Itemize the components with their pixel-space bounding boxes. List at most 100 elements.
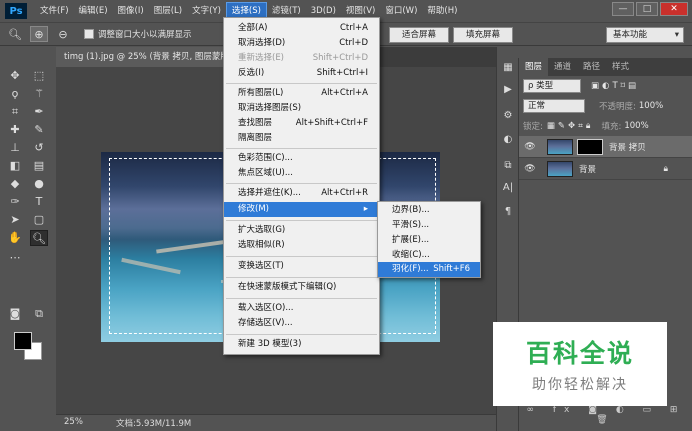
menu-item-grow[interactable]: 扩大选取(G)	[224, 223, 379, 238]
select-menu-dropdown: 全部(A) Ctrl+A 取消选择(D) Ctrl+D 重新选择(E) Shift+C…	[223, 17, 380, 355]
lock-icons[interactable]: ▦✎✥⌗🔒︎	[547, 121, 594, 131]
submenu-item-feather[interactable]: 羽化(F)... Shift+F6	[378, 262, 480, 277]
paragraph-panel-icon[interactable]: ¶	[500, 205, 516, 219]
close-button[interactable]: ✕	[660, 2, 688, 16]
eraser-tool-icon[interactable]: ◧	[6, 158, 24, 174]
document-info[interactable]: 文档:5.93M/11.9M	[116, 417, 191, 429]
menu-item-reselect[interactable]: 重新选择(E) Shift+Ctrl+D	[224, 51, 379, 66]
magic-wand-tool-icon[interactable]: ⚚	[30, 86, 48, 102]
layers-panel-tabs: 图层 通道 路径 样式	[519, 58, 692, 76]
minimize-button[interactable]: —	[612, 2, 634, 16]
foreground-color-swatch[interactable]	[14, 332, 32, 350]
fill-value[interactable]: 100%	[624, 121, 648, 131]
tab-layers[interactable]: 图层	[519, 58, 549, 76]
menu-layer[interactable]: 图层(L)	[149, 2, 187, 20]
lock-label: 锁定:	[523, 122, 543, 132]
layer-mask-thumbnail[interactable]	[577, 138, 603, 155]
tab-paths[interactable]: 路径	[577, 58, 606, 76]
blur-tool-icon[interactable]: ◆	[6, 176, 24, 192]
dodge-tool-icon[interactable]: ●	[30, 176, 48, 192]
zoom-level[interactable]: 25%	[64, 417, 83, 427]
menu-item-new-3d-model[interactable]: 新建 3D 模型(3)	[224, 337, 379, 352]
shape-tool-icon[interactable]: ▢	[30, 212, 48, 228]
menu-help[interactable]: 帮助(H)	[422, 2, 462, 20]
layer-name: 背景 拷贝	[609, 142, 646, 153]
opacity-value[interactable]: 100%	[639, 101, 663, 111]
submenu-item-expand[interactable]: 扩展(E)...	[378, 233, 480, 248]
menu-item-color-range[interactable]: 色彩范围(C)...	[224, 151, 379, 166]
maximize-button[interactable]: □	[636, 2, 658, 16]
zoom-out-icon[interactable]: ⊖	[54, 26, 72, 42]
document-tab[interactable]: timg (1).jpg @ 25% (背景 拷贝, 图层蒙版/...	[56, 47, 248, 67]
layer-thumbnail	[547, 160, 573, 177]
menu-item-all-layers[interactable]: 所有图层(L) Alt+Ctrl+A	[224, 86, 379, 101]
eye-icon[interactable]: 👁︎	[523, 142, 537, 152]
layer-kind-filter[interactable]: ρ 类型	[523, 79, 581, 93]
quick-mask-icon[interactable]: ◙	[6, 306, 24, 322]
menu-item-similar[interactable]: 选取相似(R)	[224, 238, 379, 253]
clone-stamp-tool-icon[interactable]: ⊥	[6, 140, 24, 156]
menu-item-quick-mask[interactable]: 在快速蒙版模式下编辑(Q)	[224, 280, 379, 295]
clone-source-panel-icon[interactable]: ⧉	[500, 159, 516, 173]
character-panel-icon[interactable]: A|	[500, 181, 516, 195]
history-panel-icon[interactable]: ▦	[500, 61, 516, 75]
menu-image[interactable]: 图像(I)	[113, 2, 149, 20]
blend-mode-select[interactable]: 正常	[523, 99, 585, 113]
tab-styles[interactable]: 样式	[606, 58, 635, 76]
submenu-item-smooth[interactable]: 平滑(S)...	[378, 218, 480, 233]
menu-item-select-and-mask[interactable]: 选择并遮住(K)... Alt+Ctrl+R	[224, 186, 379, 201]
properties-panel-icon[interactable]: ⚙	[500, 109, 516, 123]
gradient-tool-icon[interactable]: ▤	[30, 158, 48, 174]
menu-item-focus-area[interactable]: 焦点区域(U)...	[224, 166, 379, 181]
resize-windows-checkbox[interactable]	[84, 29, 94, 39]
menu-item-isolate-layers[interactable]: 隔离图层	[224, 131, 379, 146]
menu-item-deselect[interactable]: 取消选择(D) Ctrl+D	[224, 36, 379, 51]
menu-edit[interactable]: 编辑(E)	[74, 2, 113, 20]
fill-screen-button[interactable]: 填充屏幕	[453, 27, 513, 43]
adjustments-panel-icon[interactable]: ◐	[500, 133, 516, 147]
actions-panel-icon[interactable]: ▶	[500, 83, 516, 97]
menu-item-modify[interactable]: 修改(M) ▸	[224, 202, 379, 217]
submenu-item-contract[interactable]: 收缩(C)...	[378, 248, 480, 263]
layer-row[interactable]: 👁︎ 背景 拷贝	[519, 136, 692, 158]
lasso-tool-icon[interactable]: ϙ	[6, 86, 24, 102]
zoom-tool-icon[interactable]: 🔍︎	[6, 26, 24, 42]
type-tool-icon[interactable]: T	[30, 194, 48, 210]
layers-panel-footer-icons[interactable]: ∞ fx ◙ ◐ ▭ ⊞ 🗑︎	[519, 405, 692, 425]
resize-windows-label: 调整窗口大小以满屏显示	[98, 30, 192, 40]
fit-screen-button[interactable]: 适合屏幕	[389, 27, 449, 43]
menu-item-deselect-layers[interactable]: 取消选择图层(S)	[224, 101, 379, 116]
path-selection-tool-icon[interactable]: ➤	[6, 212, 24, 228]
brush-tool-icon[interactable]: ✎	[30, 122, 48, 138]
tab-channels[interactable]: 通道	[548, 58, 577, 76]
photoshop-logo: Ps	[5, 3, 27, 19]
screen-mode-icon[interactable]: ⧉	[30, 306, 48, 322]
eyedropper-tool-icon[interactable]: ✒	[30, 104, 48, 120]
workspace-select[interactable]: 基本功能	[606, 27, 684, 43]
move-tool-icon[interactable]: ✥	[6, 68, 24, 84]
crop-tool-icon[interactable]: ⌗	[6, 104, 24, 120]
menu-file[interactable]: 文件(F)	[35, 2, 74, 20]
menu-window[interactable]: 窗口(W)	[380, 2, 422, 20]
menu-item-find-layers[interactable]: 查找图层 Alt+Shift+Ctrl+F	[224, 116, 379, 131]
more-tools-icon[interactable]: ⋯	[6, 250, 24, 266]
layer-row[interactable]: 👁︎ 背景 🔒︎	[519, 158, 692, 180]
healing-brush-tool-icon[interactable]: ✚	[6, 122, 24, 138]
hand-tool-icon[interactable]: ✋	[6, 230, 24, 246]
marquee-tool-icon[interactable]: ⬚	[30, 68, 48, 84]
zoom-in-icon[interactable]: ⊕	[30, 26, 48, 42]
menu-item-transform-selection[interactable]: 变换选区(T)	[224, 259, 379, 274]
menu-item-select-all[interactable]: 全部(A) Ctrl+A	[224, 21, 379, 36]
menu-item-inverse[interactable]: 反选(I) Shift+Ctrl+I	[224, 66, 379, 81]
lock-icon: 🔒︎	[663, 163, 668, 174]
menu-item-load-selection[interactable]: 载入选区(O)...	[224, 301, 379, 316]
zoom-tool-icon[interactable]: 🔍︎	[30, 230, 48, 246]
eye-icon[interactable]: 👁︎	[523, 164, 537, 174]
submenu-item-border[interactable]: 边界(B)...	[378, 203, 480, 218]
menu-item-save-selection[interactable]: 存储选区(V)...	[224, 316, 379, 331]
menu-type[interactable]: 文字(Y)	[187, 2, 226, 20]
pen-tool-icon[interactable]: ✑	[6, 194, 24, 210]
watermark-title: 百科全说	[525, 339, 634, 368]
history-brush-tool-icon[interactable]: ↺	[30, 140, 48, 156]
layer-filter-icons[interactable]: ▣◐T⌑▤	[591, 81, 639, 91]
